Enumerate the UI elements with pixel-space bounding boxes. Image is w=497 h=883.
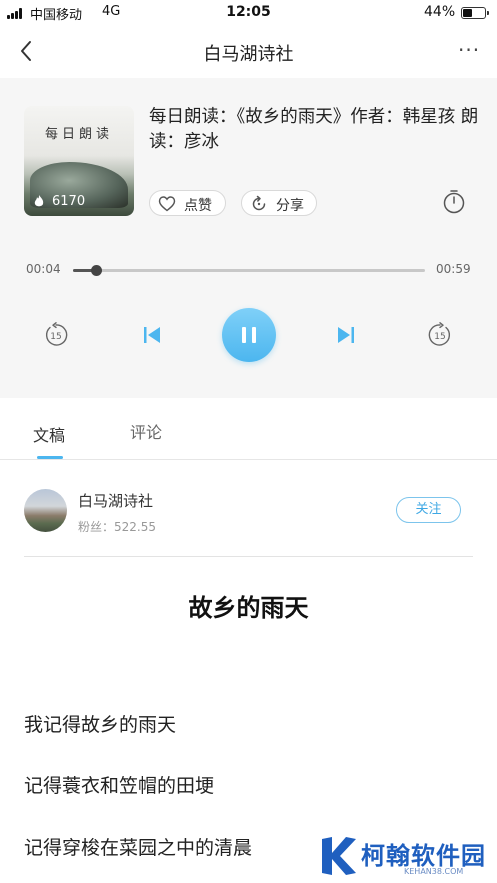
rewind-15-label: 15 xyxy=(50,332,61,342)
fans-count: 粉丝：522.55 xyxy=(78,520,156,534)
battery-icon xyxy=(461,7,489,19)
content-tabs: 文稿 评论 xyxy=(0,398,497,460)
pause-button[interactable] xyxy=(222,308,276,362)
timer-button[interactable] xyxy=(441,188,467,216)
progress-track[interactable] xyxy=(73,269,425,272)
tab-comments[interactable]: 评论 xyxy=(130,419,162,443)
article-title: 故乡的雨天 xyxy=(188,594,309,622)
rewind-15-button[interactable]: 15 xyxy=(43,322,69,348)
heart-icon xyxy=(158,196,176,212)
next-button[interactable] xyxy=(333,322,359,348)
clock: 12:05 xyxy=(226,4,271,20)
more-dots-icon: ··· xyxy=(458,38,481,62)
avatar[interactable] xyxy=(24,489,67,532)
current-time: 00:04 xyxy=(26,262,61,276)
more-button[interactable]: ··· xyxy=(458,38,480,62)
k-logo-icon xyxy=(322,837,356,875)
cover-text: 每日朗读 xyxy=(44,127,113,142)
rewind-15-icon: 15 xyxy=(45,322,68,346)
pause-icon xyxy=(242,327,246,343)
album-cover[interactable]: 每日朗读 6170 xyxy=(24,106,134,216)
forward-15-icon: 15 xyxy=(428,322,451,346)
nav-bar: 白马湖诗社 ··· xyxy=(0,26,497,78)
previous-button[interactable] xyxy=(139,322,165,348)
skip-next-icon xyxy=(338,327,354,343)
duration: 00:59 xyxy=(436,262,471,276)
audio-player: 每日朗读 6170 每日朗读：《故乡的雨天》作者：韩星孩 朗读：彦冰 点赞 分享… xyxy=(0,78,497,398)
article-line: 记得蓑衣和笠帽的田埂 xyxy=(24,775,215,797)
skip-previous-icon xyxy=(144,327,160,343)
tab-manuscript[interactable]: 文稿 xyxy=(33,422,65,446)
follow-button[interactable]: 关注 xyxy=(396,497,461,523)
watermark-logo: 柯翰软件园 KEHAN38.COM xyxy=(316,829,494,883)
forward-15-label: 15 xyxy=(434,332,445,342)
status-bar: 中国移动 4G 12:05 44% xyxy=(0,0,497,26)
like-button[interactable]: 点赞 xyxy=(149,190,226,216)
author-name[interactable]: 白马湖诗社 xyxy=(78,490,153,511)
article-line: 我记得故乡的雨天 xyxy=(24,714,177,736)
article-line: 记得穿梭在菜园之中的清晨 xyxy=(24,837,253,859)
fire-icon xyxy=(34,195,44,207)
stopwatch-icon xyxy=(443,190,465,214)
forward-15-button[interactable]: 15 xyxy=(427,322,453,348)
watermark-domain: KEHAN38.COM xyxy=(404,867,464,876)
share-label: 分享 xyxy=(276,198,304,214)
play-count: 6170 xyxy=(52,194,86,209)
like-label: 点赞 xyxy=(184,198,212,214)
active-tab-indicator xyxy=(37,456,63,459)
divider xyxy=(24,556,473,557)
track-title: 每日朗读：《故乡的雨天》作者：韩星孩 朗读：彦冰 xyxy=(149,107,479,152)
share-button[interactable]: 分享 xyxy=(241,190,317,216)
page-title: 白马湖诗社 xyxy=(203,44,294,65)
share-icon xyxy=(252,195,266,211)
progress-knob[interactable] xyxy=(91,265,103,276)
battery-percent: 44% xyxy=(424,4,456,20)
watermark-name: 柯翰软件园 xyxy=(361,842,486,870)
